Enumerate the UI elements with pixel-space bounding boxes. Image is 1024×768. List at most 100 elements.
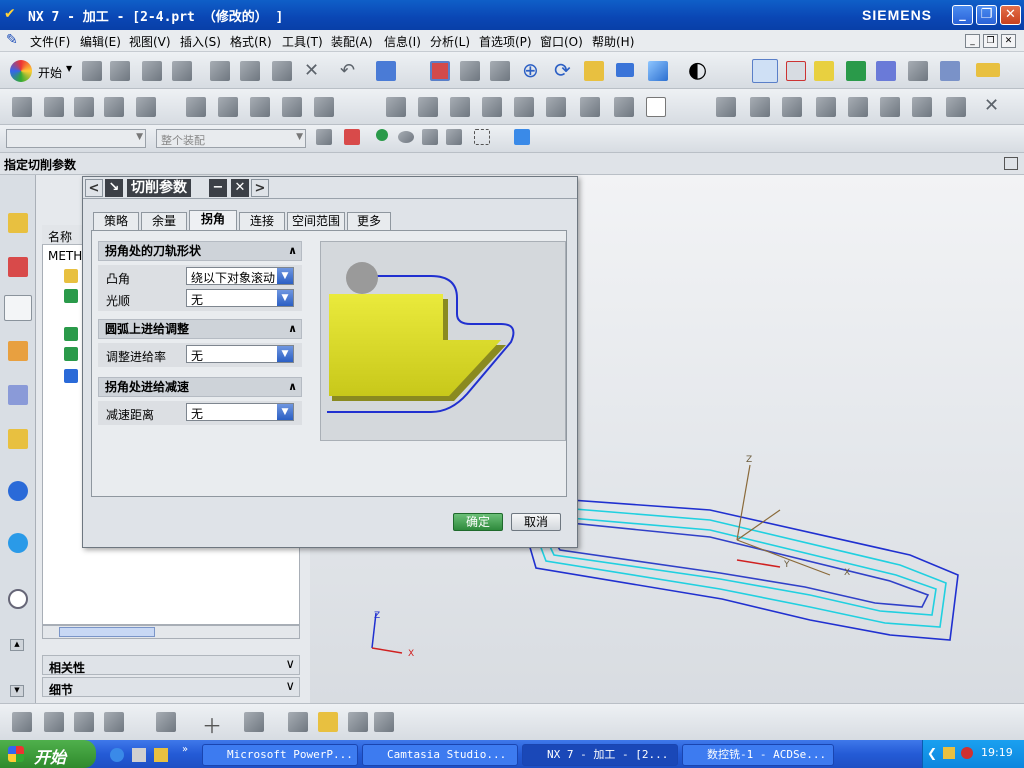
dialog-forward-button[interactable]: >: [251, 179, 269, 197]
scroll-thumb[interactable]: [59, 627, 155, 637]
op-generate-icon[interactable]: [386, 97, 406, 117]
zoom-window-icon[interactable]: [460, 61, 480, 81]
wcs-icon[interactable]: [752, 59, 778, 83]
filter-icon[interactable]: [316, 129, 332, 145]
feature-icon-1[interactable]: [716, 97, 736, 117]
fullscreen-icon[interactable]: [1004, 157, 1018, 170]
menu-preferences[interactable]: 首选项(P): [479, 33, 532, 50]
corner-slowdown-group[interactable]: 拐角处进给减速 ∧: [98, 377, 302, 397]
generate-path-icon[interactable]: [846, 61, 866, 81]
tree-node-icon-2[interactable]: [64, 289, 78, 303]
quicklaunch-media-icon[interactable]: [132, 748, 146, 762]
feature-icon-6[interactable]: [880, 97, 900, 117]
create-program-icon[interactable]: [12, 97, 32, 117]
dependencies-section[interactable]: 相关性 ∨: [42, 655, 300, 675]
new-icon[interactable]: [82, 61, 102, 81]
menu-analysis[interactable]: 分析(L): [430, 33, 470, 50]
feature-icon-4[interactable]: [816, 97, 836, 117]
info-icon[interactable]: [8, 481, 28, 501]
snap-icon-2[interactable]: [376, 129, 388, 141]
part-nav-icon[interactable]: [8, 257, 28, 277]
history-icon[interactable]: [8, 589, 28, 609]
op-replay-icon[interactable]: [418, 97, 438, 117]
op-simulate-icon[interactable]: [514, 97, 534, 117]
menu-help[interactable]: 帮助(H): [592, 33, 634, 50]
shop-doc-icon[interactable]: [614, 97, 634, 117]
start-button[interactable]: 开始: [38, 64, 62, 81]
chamfer-icon[interactable]: [374, 712, 394, 732]
op-list-icon[interactable]: [450, 97, 470, 117]
nav-scroll-down-icon[interactable]: ▼: [10, 685, 24, 697]
tree-node-icon-3[interactable]: [64, 327, 78, 341]
hd3d-icon[interactable]: [8, 429, 28, 449]
feature-list-icon[interactable]: [104, 712, 124, 732]
menu-window[interactable]: 窗口(O): [540, 33, 583, 50]
print-icon[interactable]: [172, 61, 192, 81]
select-region-icon[interactable]: [474, 129, 490, 145]
quicklaunch-ie-icon[interactable]: [110, 748, 124, 762]
quicklaunch-expand-icon[interactable]: »: [182, 744, 188, 755]
cut-icon[interactable]: [210, 61, 230, 81]
feature-icon-2[interactable]: [750, 97, 770, 117]
web-browser-icon[interactable]: [8, 533, 28, 553]
start-dropdown-icon[interactable]: ▼: [66, 64, 72, 73]
menu-info[interactable]: 信息(I): [384, 33, 421, 50]
arc-feed-group[interactable]: 圆弧上进给调整 ∧: [98, 319, 302, 339]
extrude-icon[interactable]: [44, 712, 64, 732]
feature-icon-3[interactable]: [782, 97, 802, 117]
tab-strategy[interactable]: 策略: [93, 212, 139, 230]
convex-corner-select[interactable]: 绕以下对象滚动 ▼: [186, 267, 294, 285]
menu-assembly[interactable]: 装配(A): [331, 33, 373, 50]
task-acdsee[interactable]: 数控铣-1 - ACDSe...: [682, 744, 834, 766]
assembly-nav-icon[interactable]: [8, 213, 28, 233]
zoom-icon[interactable]: [490, 61, 510, 81]
tree-node-icon-5[interactable]: [64, 369, 78, 383]
dialog-close-button[interactable]: ✕: [231, 179, 249, 197]
create-geometry-icon[interactable]: [74, 97, 94, 117]
reuse-library-icon[interactable]: [8, 385, 28, 405]
undo-icon[interactable]: ↶: [340, 60, 355, 81]
corner-shape-group[interactable]: 拐角处的刀轨形状 ∧: [98, 241, 302, 261]
tree-node-icon-4[interactable]: [64, 347, 78, 361]
restore-button[interactable]: ❐: [976, 5, 997, 25]
program-view-icon[interactable]: [186, 97, 206, 117]
dialog-pin-icon[interactable]: ↘: [105, 179, 123, 197]
paste-icon[interactable]: [272, 61, 292, 81]
tray-record-icon[interactable]: [961, 747, 973, 759]
nx-menu-icon[interactable]: ✎: [6, 32, 18, 48]
wcs-origin-icon[interactable]: [786, 61, 806, 81]
selection-icon[interactable]: [376, 61, 396, 81]
revolve-icon[interactable]: [74, 712, 94, 732]
snap-icon-5[interactable]: [446, 129, 462, 145]
smoothing-select[interactable]: 无 ▼: [186, 289, 294, 307]
adjust-feed-select[interactable]: 无 ▼: [186, 345, 294, 363]
orient-icon[interactable]: ◐: [688, 58, 707, 83]
close-button[interactable]: ✕: [1000, 5, 1021, 25]
snap-icon-3[interactable]: [398, 131, 414, 143]
blend-icon[interactable]: [348, 712, 368, 732]
tool-view-icon[interactable]: [218, 97, 238, 117]
menu-file[interactable]: 文件(F): [30, 33, 70, 50]
tree-node-icon-1[interactable]: [64, 269, 78, 283]
tab-corners[interactable]: 拐角: [189, 210, 237, 231]
menu-view[interactable]: 视图(V): [129, 33, 171, 50]
method-view-icon[interactable]: [282, 97, 302, 117]
dialog-collapse-button[interactable]: −: [209, 179, 227, 197]
create-tool-icon[interactable]: [44, 97, 64, 117]
block-icon[interactable]: [318, 712, 338, 732]
create-operation-icon[interactable]: [136, 97, 156, 117]
details-section[interactable]: 细节 ∨: [42, 677, 300, 697]
pan-icon[interactable]: [584, 61, 604, 81]
ok-button[interactable]: 确定: [453, 513, 503, 531]
render-style-icon[interactable]: [648, 61, 668, 81]
start-menu-button[interactable]: 开始: [0, 740, 96, 768]
verify-path-icon[interactable]: [876, 61, 896, 81]
snap-icon-4[interactable]: [422, 129, 438, 145]
body-icon[interactable]: [156, 712, 176, 732]
menu-format[interactable]: 格式(R): [230, 33, 272, 50]
column-name-header[interactable]: 名称: [48, 228, 72, 245]
path-icon[interactable]: [314, 97, 334, 117]
select-cube-icon[interactable]: [514, 129, 530, 145]
create-method-icon[interactable]: [104, 97, 124, 117]
machine-nav-icon[interactable]: [8, 341, 28, 361]
